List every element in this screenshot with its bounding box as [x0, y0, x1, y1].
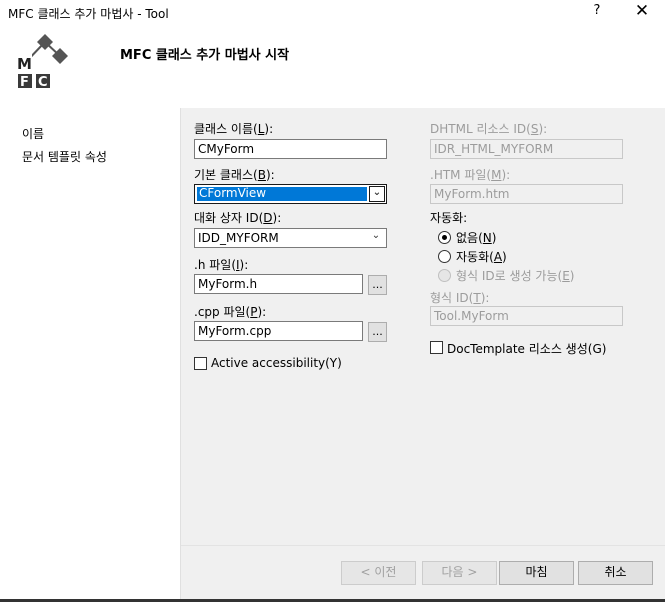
help-button[interactable]: ?: [589, 3, 605, 18]
cpp-file-input[interactable]: MyForm.cpp: [194, 321, 363, 341]
h-file-label: .h 파일(I):: [194, 258, 249, 272]
automation-none-radio[interactable]: [438, 231, 451, 244]
logo-letter-c: C: [38, 75, 48, 90]
doctemplate-checkbox[interactable]: [430, 341, 443, 354]
cancel-button[interactable]: 취소: [578, 561, 653, 585]
base-class-label: 기본 클래스(B):: [194, 168, 275, 182]
wizard-sidebar: 이름 문서 템플릿 속성: [0, 108, 180, 602]
base-class-dropdown[interactable]: CFormView ⌄: [194, 184, 387, 204]
window-title: MFC 클래스 추가 마법사 - Tool: [8, 7, 169, 21]
dialog-id-value: IDD_MYFORM: [198, 231, 279, 245]
next-button: 다음 >: [422, 561, 497, 585]
finish-button[interactable]: 마침: [499, 561, 574, 585]
title-bar: MFC 클래스 추가 마법사 - Tool ? ✕: [0, 0, 665, 26]
automation-none-label[interactable]: 없음(N): [456, 229, 496, 246]
active-accessibility-checkbox[interactable]: [194, 357, 207, 370]
h-file-browse-button[interactable]: ...: [368, 275, 387, 295]
sidebar-item-doc-template[interactable]: 문서 템플릿 속성: [22, 148, 107, 165]
automation-typeid-label: 형식 ID로 생성 가능(E): [456, 269, 575, 283]
logo-letter-f: F: [20, 75, 29, 90]
automation-label: 자동화:: [430, 211, 468, 225]
page-title: MFC 클래스 추가 마법사 시작: [120, 48, 290, 63]
class-name-label: 클래스 이름(L):: [194, 122, 274, 136]
doctemplate-label[interactable]: DocTemplate 리소스 생성(G): [447, 340, 606, 357]
logo-letter-m: M: [17, 55, 32, 73]
footer-divider: [181, 545, 665, 546]
base-class-value: CFormView: [199, 186, 267, 200]
close-button[interactable]: ✕: [632, 1, 652, 21]
dhtml-id-label: DHTML 리소스 ID(S):: [430, 122, 548, 136]
type-id-label: 형식 ID(T):: [430, 291, 490, 305]
prev-button: < 이전: [341, 561, 416, 585]
chevron-down-icon[interactable]: ⌄: [369, 186, 385, 202]
htm-file-label: .HTM 파일(M):: [430, 168, 511, 182]
wizard-header: M F C MFC 클래스 추가 마법사 시작: [0, 26, 665, 108]
type-id-input: Tool.MyForm: [430, 306, 623, 326]
mfc-logo-icon: M F C: [16, 34, 68, 90]
automation-auto-label[interactable]: 자동화(A): [456, 248, 507, 265]
cpp-file-label: .cpp 파일(P):: [194, 305, 267, 319]
dialog-id-label: 대화 상자 ID(D):: [194, 211, 282, 225]
wizard-content: 클래스 이름(L): CMyForm 기본 클래스(B): CFormView …: [181, 108, 665, 602]
automation-auto-radio[interactable]: [438, 250, 451, 263]
htm-file-input: MyForm.htm: [430, 184, 623, 204]
sidebar-item-name[interactable]: 이름: [22, 125, 44, 142]
cpp-file-browse-button[interactable]: ...: [368, 322, 387, 342]
h-file-input[interactable]: MyForm.h: [194, 274, 363, 294]
dialog-id-dropdown[interactable]: IDD_MYFORM ⌄: [194, 228, 387, 248]
automation-typeid-radio: [438, 269, 451, 282]
chevron-down-icon[interactable]: ⌄: [368, 230, 384, 246]
class-name-input[interactable]: CMyForm: [194, 139, 387, 159]
active-accessibility-label[interactable]: Active accessibility(Y): [211, 356, 342, 370]
dhtml-id-input: IDR_HTML_MYFORM: [430, 139, 623, 159]
